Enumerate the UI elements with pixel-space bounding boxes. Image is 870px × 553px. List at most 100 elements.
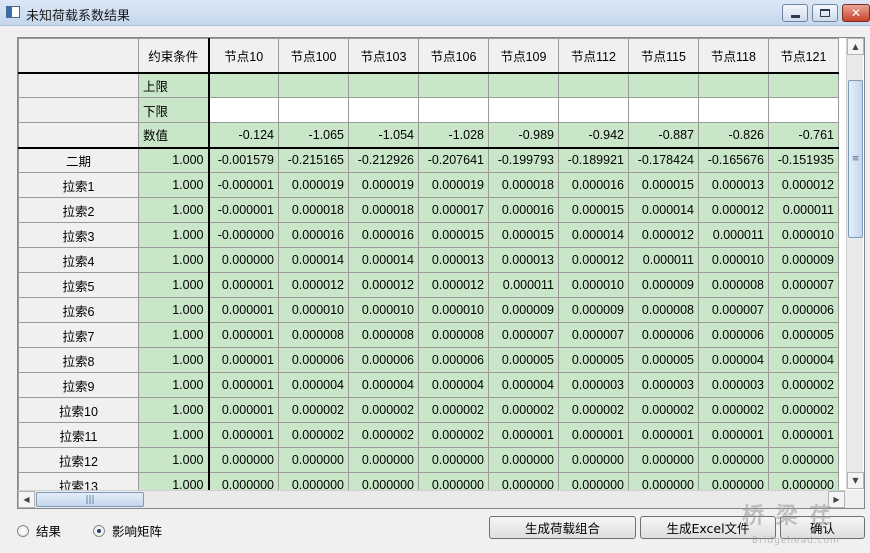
matrix-value-cell[interactable]: 0.000004 xyxy=(698,347,769,373)
matrix-value-cell[interactable]: 0.000015 xyxy=(558,197,629,223)
limit-value-cell[interactable]: -0.989 xyxy=(488,122,559,149)
matrix-value-cell[interactable]: 0.000009 xyxy=(628,272,699,298)
limit-value-cell[interactable] xyxy=(698,72,769,98)
limit-value-cell[interactable] xyxy=(768,72,839,98)
limit-value-cell[interactable] xyxy=(698,97,769,123)
result-grid[interactable]: 约束条件 节点10 节点100 节点103 节点106 节点109 节点112 节点115 节点… xyxy=(17,37,865,509)
column-header[interactable]: 节点118 xyxy=(698,38,769,74)
matrix-value-cell[interactable]: 0.000003 xyxy=(698,372,769,398)
column-header[interactable]: 节点115 xyxy=(628,38,699,74)
matrix-value-cell[interactable]: 0.000012 xyxy=(698,197,769,223)
matrix-value-cell[interactable]: -0.199793 xyxy=(488,147,559,173)
matrix-value-cell[interactable]: 0.000012 xyxy=(278,272,349,298)
matrix-value-cell[interactable]: 0.000000 xyxy=(488,447,559,473)
matrix-value-cell[interactable]: 0.000002 xyxy=(558,397,629,423)
constraint-cell[interactable]: 1.000 xyxy=(138,322,210,348)
limit-value-cell[interactable] xyxy=(418,97,489,123)
scroll-up-arrow-icon[interactable]: ▲ xyxy=(847,38,864,55)
matrix-value-cell[interactable]: 0.000002 xyxy=(698,397,769,423)
matrix-value-cell[interactable]: 0.000012 xyxy=(418,272,489,298)
matrix-value-cell[interactable]: 0.000019 xyxy=(418,172,489,198)
matrix-value-cell[interactable]: 0.000018 xyxy=(278,197,349,223)
matrix-value-cell[interactable]: 0.000005 xyxy=(768,322,839,348)
matrix-value-cell[interactable]: 0.000009 xyxy=(768,247,839,273)
limit-value-cell[interactable]: -1.054 xyxy=(348,122,419,149)
matrix-value-cell[interactable]: 0.000015 xyxy=(628,172,699,198)
limit-value-cell[interactable] xyxy=(348,72,419,98)
matrix-value-cell[interactable]: 0.000012 xyxy=(768,172,839,198)
matrix-value-cell[interactable]: 0.000004 xyxy=(418,372,489,398)
constraint-cell[interactable]: 1.000 xyxy=(138,172,210,198)
limit-value-cell[interactable] xyxy=(278,97,349,123)
matrix-value-cell[interactable]: 0.000005 xyxy=(558,347,629,373)
matrix-value-cell[interactable]: 0.000004 xyxy=(278,372,349,398)
vertical-scrollbar[interactable]: ▲ ≡ ▼ xyxy=(846,38,864,489)
matrix-value-cell[interactable]: 0.000001 xyxy=(208,372,279,398)
matrix-value-cell[interactable]: 0.000019 xyxy=(348,172,419,198)
limit-value-cell[interactable] xyxy=(348,97,419,123)
matrix-value-cell[interactable]: 0.000005 xyxy=(628,347,699,373)
matrix-value-cell[interactable]: 0.000006 xyxy=(418,347,489,373)
matrix-value-cell[interactable]: 0.000010 xyxy=(698,247,769,273)
matrix-value-cell[interactable]: 0.000004 xyxy=(768,347,839,373)
row-header[interactable]: 拉索8 xyxy=(18,347,139,373)
matrix-value-cell[interactable]: 0.000011 xyxy=(628,247,699,273)
matrix-value-cell[interactable]: 0.000009 xyxy=(488,297,559,323)
matrix-value-cell[interactable]: -0.000000 xyxy=(208,222,279,248)
matrix-value-cell[interactable]: 0.000014 xyxy=(628,197,699,223)
matrix-value-cell[interactable]: 0.000003 xyxy=(558,372,629,398)
constraint-cell[interactable]: 1.000 xyxy=(138,297,210,323)
matrix-value-cell[interactable]: -0.178424 xyxy=(628,147,699,173)
vertical-scroll-thumb[interactable]: ≡ xyxy=(848,80,863,238)
matrix-value-cell[interactable]: 0.000002 xyxy=(278,397,349,423)
generate-combo-button[interactable]: 生成荷载组合 xyxy=(489,516,636,539)
matrix-value-cell[interactable]: 0.000014 xyxy=(278,247,349,273)
matrix-value-cell[interactable]: 0.000014 xyxy=(348,247,419,273)
matrix-value-cell[interactable]: 0.000016 xyxy=(488,197,559,223)
matrix-value-cell[interactable]: 0.000001 xyxy=(208,322,279,348)
maximize-button[interactable] xyxy=(812,4,838,22)
matrix-value-cell[interactable]: 0.000005 xyxy=(488,347,559,373)
close-button[interactable]: ✕ xyxy=(842,4,870,22)
matrix-value-cell[interactable]: 0.000003 xyxy=(628,372,699,398)
limit-value-cell[interactable] xyxy=(208,72,279,98)
matrix-value-cell[interactable]: -0.207641 xyxy=(418,147,489,173)
matrix-value-cell[interactable]: 0.000016 xyxy=(558,172,629,198)
limit-value-cell[interactable] xyxy=(628,72,699,98)
matrix-value-cell[interactable]: -0.000001 xyxy=(208,172,279,198)
matrix-value-cell[interactable]: 0.000002 xyxy=(768,397,839,423)
matrix-value-cell[interactable]: 0.000000 xyxy=(418,447,489,473)
matrix-value-cell[interactable]: 0.000000 xyxy=(208,247,279,273)
limit-value-cell[interactable]: -0.826 xyxy=(698,122,769,149)
matrix-value-cell[interactable]: 0.000004 xyxy=(348,372,419,398)
matrix-value-cell[interactable]: 0.000017 xyxy=(418,197,489,223)
result-option[interactable]: 结果 xyxy=(17,521,61,540)
row-header[interactable]: 拉索5 xyxy=(18,272,139,298)
matrix-value-cell[interactable]: 0.000000 xyxy=(208,447,279,473)
matrix-value-cell[interactable]: 0.000008 xyxy=(698,272,769,298)
matrix-value-cell[interactable]: 0.000010 xyxy=(558,272,629,298)
limit-value-cell[interactable]: -0.761 xyxy=(768,122,839,149)
constraint-cell[interactable]: 1.000 xyxy=(138,422,210,448)
row-header[interactable]: 拉索6 xyxy=(18,297,139,323)
column-header[interactable]: 节点106 xyxy=(418,38,489,74)
matrix-value-cell[interactable]: 0.000011 xyxy=(698,222,769,248)
constraint-column-header[interactable]: 约束条件 xyxy=(138,38,210,74)
row-header[interactable]: 拉索3 xyxy=(18,222,139,248)
result-radio[interactable] xyxy=(17,524,29,537)
limit-value-cell[interactable] xyxy=(208,97,279,123)
matrix-value-cell[interactable]: 0.000007 xyxy=(488,322,559,348)
matrix-value-cell[interactable]: 0.000001 xyxy=(698,422,769,448)
matrix-value-cell[interactable]: 0.000004 xyxy=(488,372,559,398)
constraint-cell[interactable]: 1.000 xyxy=(138,347,210,373)
constraint-cell[interactable]: 1.000 xyxy=(138,397,210,423)
horizontal-scrollbar[interactable]: ◀ ||| ▶ xyxy=(18,490,846,508)
matrix-value-cell[interactable]: 0.000015 xyxy=(418,222,489,248)
matrix-value-cell[interactable]: 0.000015 xyxy=(488,222,559,248)
row-header[interactable]: 二期 xyxy=(18,147,139,173)
scroll-down-arrow-icon[interactable]: ▼ xyxy=(847,472,864,489)
column-header[interactable]: 节点109 xyxy=(488,38,559,74)
matrix-value-cell[interactable]: 0.000013 xyxy=(488,247,559,273)
matrix-value-cell[interactable]: 0.000002 xyxy=(348,397,419,423)
matrix-value-cell[interactable]: 0.000002 xyxy=(628,397,699,423)
